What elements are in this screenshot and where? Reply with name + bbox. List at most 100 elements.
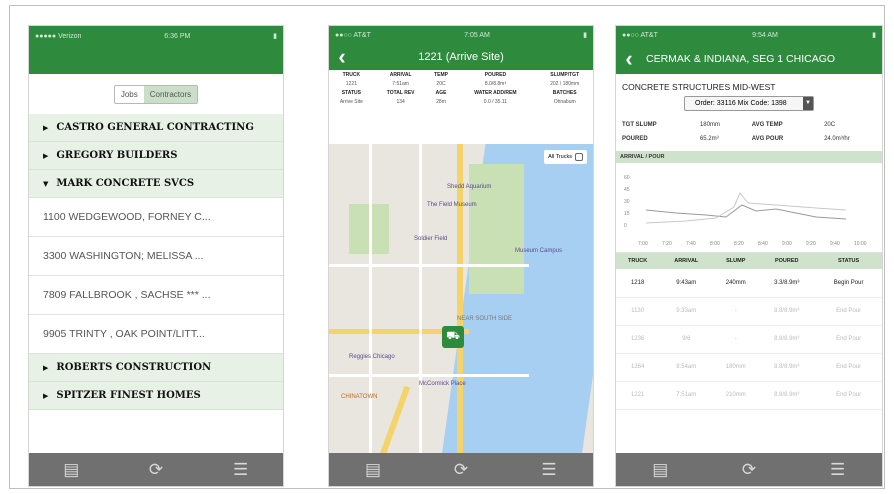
- cell: End Pour: [815, 381, 882, 410]
- info-header: WATER ADD/REM: [474, 89, 517, 96]
- menu-icon[interactable]: ☰: [221, 460, 261, 480]
- job-item[interactable]: 1100 WEDGEWOOD, FORNEY C...: [29, 198, 283, 237]
- map-label: The Field Museum: [427, 202, 477, 208]
- list-icon[interactable]: ▤: [51, 460, 91, 480]
- tab-jobs[interactable]: Jobs: [115, 86, 144, 103]
- back-button[interactable]: ‹: [329, 46, 355, 68]
- tab-contractors[interactable]: Contractors: [143, 85, 198, 103]
- cell: 8.8/8.9m³: [758, 297, 816, 326]
- map-view[interactable]: All Trucks Shedd Aquarium The Field Muse…: [329, 144, 593, 453]
- contractor-group[interactable]: ▶ ROBERTS CONSTRUCTION: [29, 354, 283, 382]
- segmented-control: Jobs Contractors: [29, 74, 283, 114]
- x-tick-label: 9:00: [782, 241, 792, 247]
- info-value: 0.0 / 35.11: [483, 98, 508, 105]
- x-tick-label: 7:40: [686, 241, 696, 247]
- contractor-group[interactable]: ▶ CASTRO GENERAL CONTRACTING: [29, 114, 283, 142]
- triangle-right-icon: ▶: [43, 123, 49, 132]
- status-bar: ●●○○ AT&T 7:05 AM ▮: [329, 26, 593, 44]
- cell: -: [713, 297, 759, 326]
- all-trucks-label: All Trucks: [548, 154, 572, 160]
- cell: 1221: [616, 381, 660, 410]
- cell: -: [713, 325, 759, 354]
- table-row[interactable]: 1264 8:54am 180mm 8.8/8.9m³ End Pour: [616, 353, 882, 382]
- carrier: ●●○○ AT&T: [622, 31, 658, 39]
- series-line: [645, 204, 847, 220]
- company-name: CONCRETE STRUCTURES MID-WEST: [622, 82, 776, 92]
- x-tick-label: 7:20: [662, 241, 672, 247]
- column-header: ARRIVAL: [659, 253, 714, 269]
- info-header: TOTAL REV: [386, 89, 415, 96]
- info-header: TRUCK: [342, 71, 361, 78]
- order-select[interactable]: Order: 33116 Mix Code: 1398 ▼: [684, 96, 814, 111]
- truck-info-table: TRUCK ARRIVAL TEMP POURED SLUMP/TGT 1221…: [329, 70, 593, 106]
- table-row[interactable]: 1236 9/6 - 8.8/8.9m³ End Pour: [616, 325, 882, 354]
- clock: 9:54 AM: [752, 31, 778, 39]
- back-button[interactable]: ‹: [616, 48, 642, 70]
- cell: 8.8/8.9m³: [758, 353, 816, 382]
- list-icon[interactable]: ▤: [640, 460, 680, 480]
- menu-icon[interactable]: ☰: [818, 460, 858, 480]
- section-header: ARRIVAL / POUR: [616, 151, 882, 163]
- x-tick-label: 9:40: [830, 241, 840, 247]
- nav-bar: ‹ 1221 (Arrive Site): [329, 44, 593, 70]
- refresh-icon[interactable]: ⟳: [136, 460, 176, 480]
- table-row[interactable]: 1218 9:43am 240mm 3.3/8.9m³ Begin Pour: [616, 269, 882, 298]
- cell: 240mm: [713, 269, 759, 298]
- street: [329, 374, 529, 377]
- triangle-right-icon: ▶: [43, 391, 49, 400]
- arrival-pour-chart: 60 45 30 15 0 7:00 7:20 7:40 8:00 8:20 8:40 9:00 9:…: [616, 163, 882, 253]
- cell: 8:54am: [659, 353, 714, 382]
- job-item[interactable]: 3300 WASHINGTON; MELISSA ...: [29, 237, 283, 276]
- phone-contractors: ●●●●● Verizon 6:36 PM ▮ Jobs Contractors…: [28, 25, 284, 487]
- cell: 180mm: [713, 353, 759, 382]
- map-label: Reggies Chicago: [349, 354, 395, 360]
- triangle-down-icon: ▼: [43, 179, 49, 188]
- map-label: CHINATOWN: [341, 394, 378, 400]
- job-item[interactable]: 7809 FALLBROOK , SACHSE *** ...: [29, 276, 283, 315]
- contractor-group[interactable]: ▼ MARK CONCRETE SVCS: [29, 170, 283, 198]
- menu-icon[interactable]: ☰: [529, 460, 569, 480]
- info-value: Arrive Site: [339, 98, 363, 105]
- group-label: MARK CONCRETE SVCS: [56, 178, 195, 189]
- carrier: ●●○○ AT&T: [335, 31, 371, 39]
- cell: 210mm: [713, 381, 759, 410]
- nav-bar: ‹ CERMAK & INDIANA, SEG 1 CHICAGO: [616, 44, 882, 74]
- list-icon[interactable]: ▤: [353, 460, 393, 480]
- contractor-group[interactable]: ▶ GREGORY BUILDERS: [29, 142, 283, 170]
- info-value: 7:51am: [392, 80, 409, 87]
- all-trucks-toggle[interactable]: All Trucks: [544, 150, 587, 164]
- stat-value: 180mm: [699, 122, 720, 128]
- street: [419, 144, 422, 453]
- cell: 8.8/8.9m³: [758, 325, 816, 354]
- table-row[interactable]: 1221 7:51am 210mm 8.8/8.9m³ End Pour: [616, 381, 882, 410]
- map-label: Museum Campus: [515, 248, 563, 254]
- y-tick-label: 60: [624, 175, 630, 181]
- road: [457, 144, 463, 453]
- cell: 7:51am: [659, 381, 714, 410]
- truck-marker-icon[interactable]: ⛟: [442, 326, 464, 348]
- table-row[interactable]: 1130 9:33am - 8.8/8.9m³ End Pour: [616, 297, 882, 326]
- tab-bar: ▤ ⟳ ☰: [29, 453, 283, 486]
- job-stats: TGT SLUMP 180mm AVG TEMP 20C POURED 65.2…: [616, 117, 882, 147]
- cell: End Pour: [815, 353, 882, 382]
- column-header: POURED: [758, 253, 816, 269]
- cell: End Pour: [815, 297, 882, 326]
- refresh-icon[interactable]: ⟳: [441, 460, 481, 480]
- info-header: SLUMP/TGT: [550, 71, 580, 78]
- contractor-group[interactable]: ▶ SPITZER FINEST HOMES: [29, 382, 283, 410]
- tab-bar: ▤ ⟳ ☰: [329, 453, 593, 486]
- cell: 9:33am: [659, 297, 714, 326]
- checkbox[interactable]: [575, 153, 583, 161]
- header-bar: ●●●●● Verizon 6:36 PM ▮: [29, 26, 283, 74]
- map-label: Soldier Field: [414, 236, 448, 242]
- battery-icon: ▮: [872, 32, 876, 39]
- cell: 9/6: [659, 325, 714, 354]
- job-item[interactable]: 9905 TRINTY , OAK POINT/LITT...: [29, 315, 283, 354]
- refresh-icon[interactable]: ⟳: [729, 460, 769, 480]
- cell: 1130: [616, 297, 660, 326]
- y-tick-label: 30: [624, 199, 630, 205]
- info-header: AGE: [435, 89, 447, 96]
- cell: 1264: [616, 353, 660, 382]
- stat-value: 65.2m³: [699, 136, 719, 142]
- x-tick-label: 8:40: [758, 241, 768, 247]
